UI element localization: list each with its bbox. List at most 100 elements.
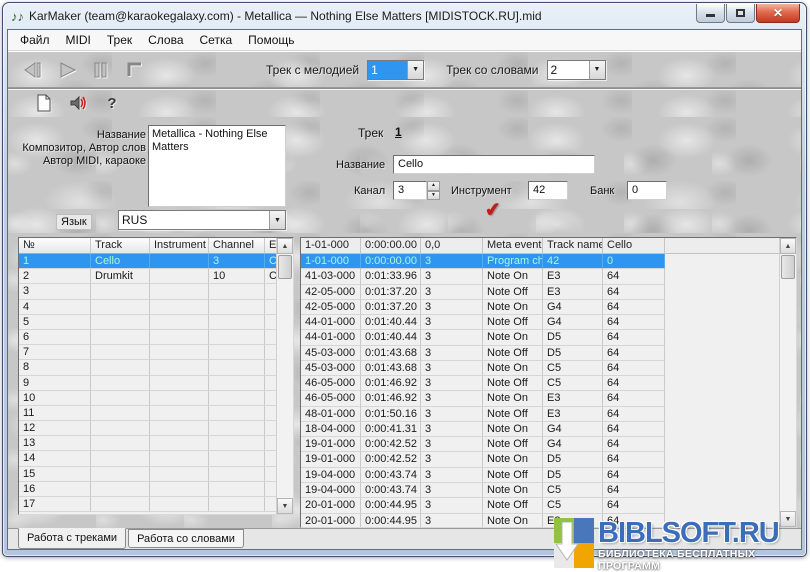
track-table-header: № Track Instrument Channel E — [19, 238, 278, 254]
table-row[interactable]: 42-05-000 0:01:37.20 3 Note Off E3 64 — [301, 285, 665, 300]
table-row[interactable]: 42-05-000 0:01:37.20 3 Note On G4 64 — [301, 300, 665, 315]
bank-input[interactable]: 0 — [627, 181, 667, 200]
channel-stepper[interactable]: ▲ ▼ — [427, 181, 440, 200]
maximize-button[interactable] — [726, 4, 755, 23]
table-row[interactable]: 16 — [19, 482, 278, 497]
menu-item-track[interactable]: Трек — [99, 31, 140, 49]
bank-label: Банк — [590, 185, 614, 197]
table-row[interactable]: 11 — [19, 406, 278, 421]
event-table-header: 1-01-000 0:00:00.00 0,0 Meta event Track… — [301, 238, 796, 254]
instrument-label: Инструмент — [451, 185, 512, 197]
table-row[interactable]: 20-01-000 0:00:44.95 3 Note Off C5 64 — [301, 498, 665, 513]
table-row[interactable]: 41-03-000 0:01:33.96 3 Note On E3 64 — [301, 269, 665, 284]
column-header[interactable]: Channel — [209, 238, 265, 254]
pause-button[interactable] — [88, 59, 114, 81]
column-header[interactable]: Track — [91, 238, 150, 254]
table-row[interactable]: 10 — [19, 391, 278, 406]
lyrics-track-label: Трек со словами — [446, 63, 538, 77]
table-row[interactable]: 15 — [19, 467, 278, 482]
tab-lyrics[interactable]: Работа со словами — [128, 529, 244, 548]
table-row[interactable]: 19-01-000 0:00:42.52 3 Note On D5 64 — [301, 452, 665, 467]
table-row[interactable]: 45-03-000 0:01:43.68 3 Note Off D5 64 — [301, 346, 665, 361]
column-header[interactable]: 1-01-000 — [301, 238, 361, 253]
table-row[interactable]: 12 — [19, 421, 278, 436]
table-row[interactable]: 7 — [19, 345, 278, 360]
sound-icon[interactable] — [68, 93, 88, 113]
scroll-down-icon[interactable]: ▼ — [277, 498, 293, 514]
apply-check-icon[interactable]: ✔ — [484, 198, 502, 223]
table-row[interactable]: 19-01-000 0:00:42.52 3 Note Off G4 64 — [301, 437, 665, 452]
language-select[interactable]: RUS ▼ — [118, 210, 286, 230]
column-header[interactable]: Track name — [543, 238, 603, 253]
chevron-down-icon[interactable]: ▼ — [269, 211, 285, 229]
table-row[interactable]: 9 — [19, 376, 278, 391]
table-row[interactable]: 2 Drumkit 10 C — [19, 269, 278, 284]
table-row[interactable]: 5 — [19, 315, 278, 330]
menu-item-midi[interactable]: MIDI — [58, 31, 99, 49]
play-button[interactable] — [54, 59, 80, 81]
scrollbar-thumb[interactable] — [781, 255, 795, 279]
minimize-button[interactable] — [696, 4, 725, 23]
client-area: Файл MIDI Трек Слова Сетка Помощь — [7, 29, 802, 550]
channel-input[interactable]: 3 — [393, 181, 427, 200]
column-header[interactable]: 0,0 — [421, 238, 483, 253]
spinner-down-icon[interactable]: ▼ — [427, 191, 440, 201]
track-name-input[interactable]: Cello — [393, 155, 595, 174]
table-row[interactable]: 14 — [19, 451, 278, 466]
rewind-to-start-button[interactable] — [20, 59, 46, 81]
lyrics-track-select[interactable]: 2 ▼ — [547, 60, 606, 80]
column-header[interactable]: 0:00:00.00 — [361, 238, 421, 253]
tab-tracks[interactable]: Работа с треками — [18, 528, 126, 549]
table-row[interactable]: 8 — [19, 360, 278, 375]
table-row[interactable]: 6 — [19, 330, 278, 345]
composer-label: Композитор, Автор слов — [18, 142, 146, 155]
track-list-table: № Track Instrument Channel E 1 Cello — [18, 237, 294, 515]
scroll-up-icon[interactable]: ▲ — [780, 238, 796, 254]
scrollbar-thumb[interactable] — [278, 255, 292, 279]
new-file-button[interactable] — [34, 93, 54, 113]
song-info-textarea[interactable]: Metallica - Nothing Else Matters — [148, 125, 286, 207]
table-row[interactable]: 44-01-000 0:01:40.44 3 Note Off G4 64 — [301, 315, 665, 330]
table-row[interactable]: 1 Cello 3 C — [19, 254, 278, 269]
table-row[interactable]: 4 — [19, 300, 278, 315]
column-header[interactable]: № — [19, 238, 91, 254]
column-header[interactable]: Instrument — [150, 238, 209, 254]
melody-track-label: Трек с мелодией — [266, 63, 359, 77]
menu-item-grid[interactable]: Сетка — [192, 31, 241, 49]
track-table-scrollbar[interactable]: ▲ ▼ — [276, 238, 293, 514]
event-table-scrollbar[interactable]: ▲ ▼ — [779, 238, 796, 527]
menu-item-lyrics[interactable]: Слова — [140, 31, 191, 49]
tables-area: № Track Instrument Channel E 1 Cello — [8, 233, 801, 528]
table-row[interactable]: 44-01-000 0:01:40.44 3 Note On D5 64 — [301, 330, 665, 345]
column-header[interactable]: Cello — [603, 238, 665, 253]
scroll-up-icon[interactable]: ▲ — [277, 238, 293, 254]
table-row[interactable]: 18-04-000 0:00:41.31 3 Note On G4 64 — [301, 422, 665, 437]
table-row[interactable]: 3 — [19, 284, 278, 299]
table-row[interactable]: 13 — [19, 436, 278, 451]
title-bar[interactable]: ♪♪ KarMaker (team@karaokegalaxy.com) - M… — [3, 3, 806, 29]
melody-track-value: 1 — [368, 61, 407, 79]
chevron-down-icon[interactable]: ▼ — [589, 61, 605, 79]
song-info-labels: Название Композитор, Автор слов Автор MI… — [18, 129, 146, 168]
table-row[interactable]: 46-05-000 0:01:46.92 3 Note On E3 64 — [301, 391, 665, 406]
table-row[interactable]: 19-04-000 0:00:43.74 3 Note Off D5 64 — [301, 468, 665, 483]
menu-item-file[interactable]: Файл — [12, 31, 58, 49]
transport-toolbar: Трек с мелодией 1 ▼ Трек со словами 2 ▼ — [8, 51, 801, 88]
track-table-body: 1 Cello 3 C 2 Drumkit 10 — [19, 254, 278, 512]
table-row[interactable]: 19-04-000 0:00:43.74 3 Note On C5 64 — [301, 483, 665, 498]
menu-item-help[interactable]: Помощь — [240, 31, 302, 49]
chevron-down-icon[interactable]: ▼ — [407, 61, 423, 79]
event-table-body: 1-01-000 0:00:00.00 3 Program cha 42 0 4… — [301, 254, 796, 528]
column-header[interactable]: Meta event — [483, 238, 543, 253]
table-row[interactable]: 1-01-000 0:00:00.00 3 Program cha 42 0 — [301, 254, 665, 269]
instrument-input[interactable]: 42 — [528, 181, 568, 200]
table-row[interactable]: 48-01-000 0:01:50.16 3 Note Off E3 64 — [301, 407, 665, 422]
melody-track-select[interactable]: 1 ▼ — [367, 60, 424, 80]
stop-button[interactable] — [122, 59, 148, 81]
table-row[interactable]: 45-03-000 0:01:43.68 3 Note On C5 64 — [301, 361, 665, 376]
help-button[interactable]: ? — [102, 93, 122, 113]
table-row[interactable]: 17 — [19, 497, 278, 512]
spinner-up-icon[interactable]: ▲ — [427, 181, 440, 191]
table-row[interactable]: 46-05-000 0:01:46.92 3 Note Off C5 64 — [301, 376, 665, 391]
close-button[interactable]: ✕ — [756, 4, 800, 23]
